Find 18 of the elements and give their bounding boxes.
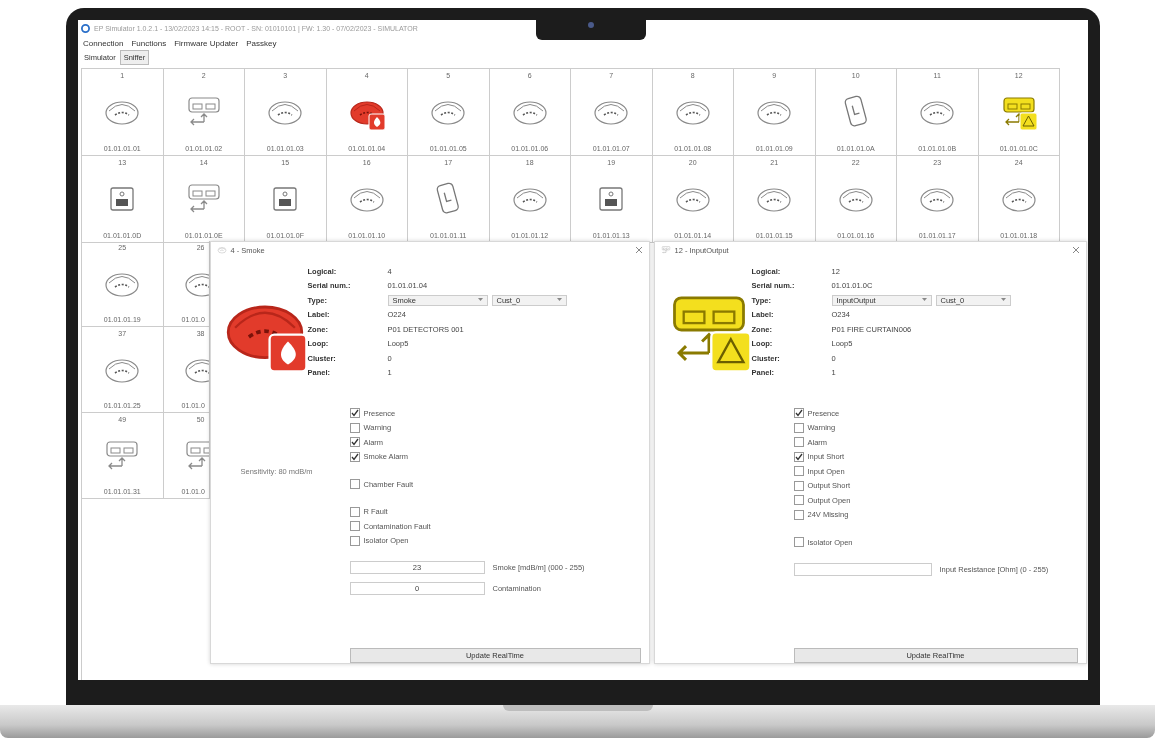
checkmark-icon	[350, 409, 359, 418]
caret-icon	[921, 298, 927, 303]
app-logo-icon	[81, 24, 90, 33]
caret-icon	[1000, 298, 1006, 303]
checkmark-icon	[794, 452, 803, 461]
menu-item[interactable]: Firmware Updater	[174, 39, 239, 48]
smoke-detector-icon	[216, 245, 227, 255]
menu-item[interactable]: Connection	[83, 39, 124, 48]
caret-icon	[477, 298, 483, 303]
menu-item[interactable]: Functions	[131, 39, 167, 48]
close-icon[interactable]	[1071, 246, 1080, 254]
caret-icon	[556, 298, 562, 303]
module-icon	[660, 245, 671, 255]
menu-item[interactable]: Passkey	[246, 39, 277, 48]
value-input[interactable]	[793, 562, 932, 576]
close-icon[interactable]	[634, 246, 643, 254]
checkmark-icon	[794, 409, 803, 418]
camera-icon	[588, 22, 594, 28]
